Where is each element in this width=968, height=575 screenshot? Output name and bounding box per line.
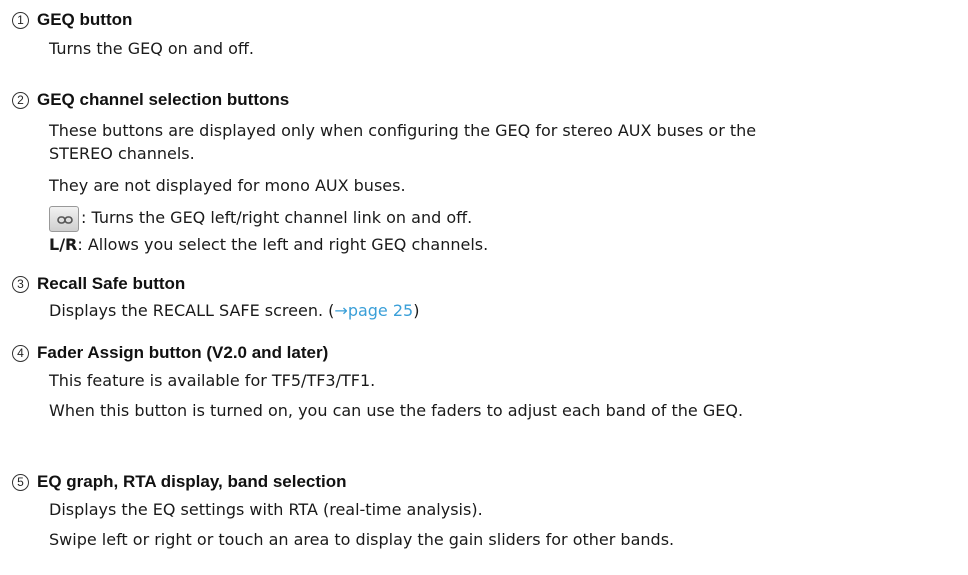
item-5-heading: 5 EQ graph, RTA display, band selection bbox=[12, 470, 962, 494]
item-3: 3 Recall Safe button Displays the RECALL… bbox=[12, 272, 962, 320]
description-line: STEREO channels. bbox=[49, 144, 195, 163]
page-link[interactable]: →page 25 bbox=[334, 301, 413, 320]
item-title: Recall Safe button bbox=[37, 274, 186, 293]
description-line: Displays the EQ settings with RTA (real-… bbox=[49, 500, 483, 519]
item-number: 1 bbox=[12, 11, 29, 29]
lr-label: L/R bbox=[49, 235, 78, 254]
chain-link-icon bbox=[57, 215, 73, 224]
item-3-heading: 3 Recall Safe button bbox=[12, 272, 962, 296]
link-button-text: : Turns the GEQ left/right channel link … bbox=[81, 208, 473, 227]
item-number: 3 bbox=[12, 275, 29, 293]
description-text: Displays the RECALL SAFE screen. ( bbox=[49, 301, 335, 320]
description-line: They are not displayed for mono AUX buse… bbox=[49, 176, 406, 195]
item-title: GEQ button bbox=[37, 10, 133, 29]
link-button-description: : Turns the GEQ left/right channel link … bbox=[49, 204, 472, 232]
description: Displays the RECALL SAFE screen. (→page … bbox=[49, 300, 419, 322]
lr-text: : Allows you select the left and right G… bbox=[77, 235, 489, 254]
item-2: 2 GEQ channel selection buttons These bu… bbox=[12, 88, 962, 254]
description-line: Swipe left or right or touch an area to … bbox=[49, 530, 675, 549]
item-title: EQ graph, RTA display, band selection bbox=[37, 472, 347, 491]
description-line: These buttons are displayed only when co… bbox=[49, 121, 757, 140]
description: Turns the GEQ on and off. bbox=[49, 39, 254, 58]
item-number: 5 bbox=[12, 473, 29, 491]
link-button[interactable] bbox=[49, 205, 79, 232]
description-line: This feature is available for TF5/TF3/TF… bbox=[49, 371, 376, 390]
description-text-end: ) bbox=[413, 301, 420, 320]
item-4: 4 Fader Assign button (V2.0 and later) T… bbox=[12, 341, 962, 420]
item-1-heading: 1 GEQ button bbox=[12, 8, 962, 32]
description-line: When this button is turned on, you can u… bbox=[49, 401, 744, 420]
item-2-heading: 2 GEQ channel selection buttons bbox=[12, 88, 962, 112]
item-1: 1 GEQ button Turns the GEQ on and off. bbox=[12, 8, 962, 58]
item-4-heading: 4 Fader Assign button (V2.0 and later) bbox=[12, 341, 962, 365]
item-number: 2 bbox=[12, 91, 29, 109]
item-title: GEQ channel selection buttons bbox=[37, 90, 290, 109]
item-title: Fader Assign button (V2.0 and later) bbox=[37, 343, 329, 362]
item-number: 4 bbox=[12, 344, 29, 362]
item-5: 5 EQ graph, RTA display, band selection … bbox=[12, 470, 962, 549]
lr-description: L/R: Allows you select the left and righ… bbox=[49, 234, 488, 256]
